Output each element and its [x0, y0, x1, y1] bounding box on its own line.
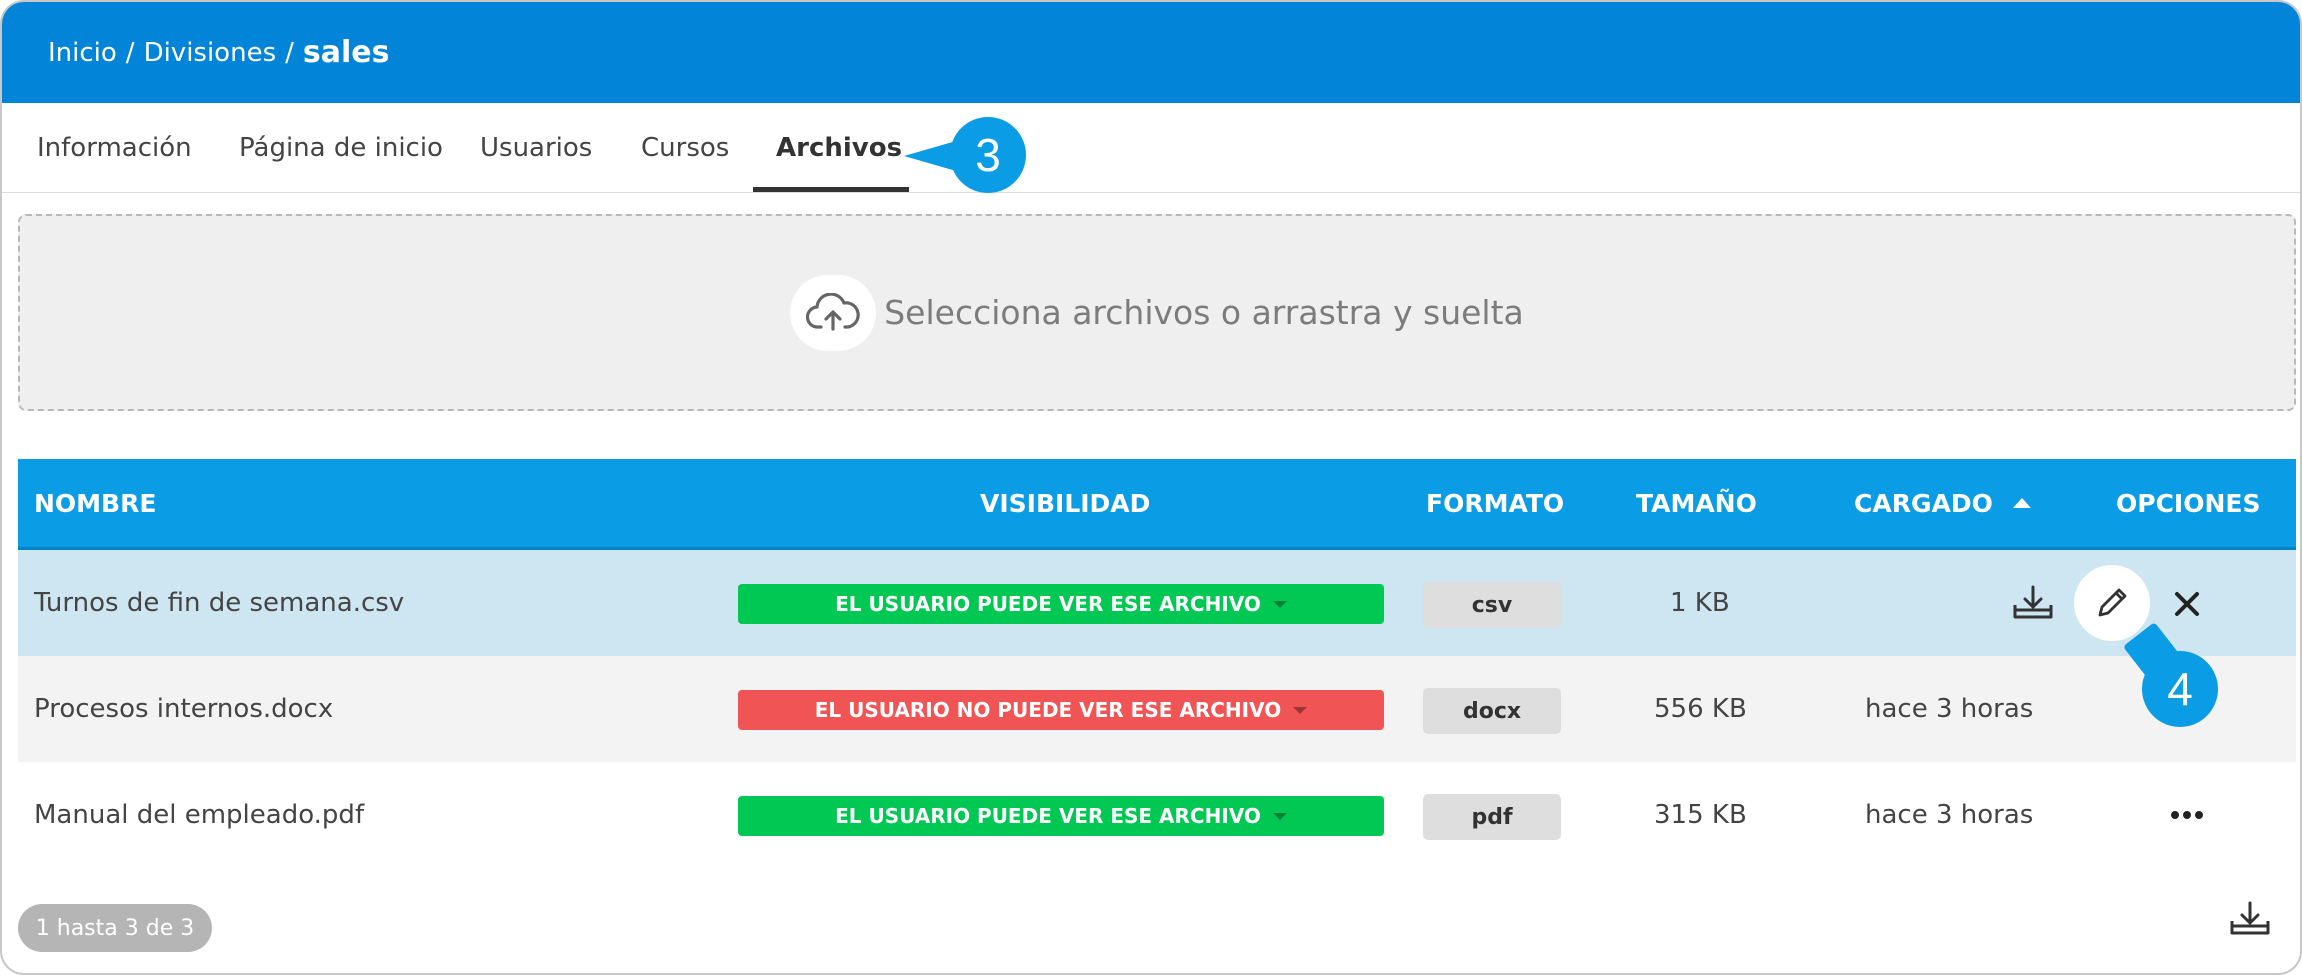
breadcrumb: Inicio / Divisiones / sales: [2, 2, 2300, 103]
file-size: 556 KB: [1654, 694, 1747, 724]
delete-button[interactable]: [2168, 585, 2206, 623]
tab-archivos[interactable]: Archivos: [776, 103, 902, 193]
sort-ascending-icon: [2012, 498, 2031, 508]
visibility-dropdown[interactable]: EL USUARIO NO PUEDE VER ESE ARCHIVO: [738, 690, 1384, 730]
more-options-icon[interactable]: [2166, 798, 2208, 832]
column-header-format[interactable]: FORMATO: [1426, 459, 1564, 547]
dropzone-label: Selecciona archivos o arrastra y suelta: [884, 293, 1524, 332]
download-all-icon[interactable]: [2224, 895, 2276, 943]
edit-button[interactable]: [2074, 565, 2150, 641]
uploaded-time: hace 3 horas: [1865, 800, 2034, 830]
file-name: Manual del empleado.pdf: [34, 800, 365, 830]
tab-informacion[interactable]: Información: [37, 103, 192, 193]
file-size: 315 KB: [1654, 800, 1747, 830]
column-header-visibility[interactable]: VISIBILIDAD: [980, 459, 1150, 547]
table-row[interactable]: Manual del empleado.pdf EL USUARIO PUEDE…: [18, 762, 2296, 868]
tab-cursos[interactable]: Cursos: [641, 103, 729, 193]
download-icon[interactable]: [2008, 580, 2058, 626]
visibility-label: EL USUARIO PUEDE VER ESE ARCHIVO: [835, 804, 1261, 828]
cloud-upload-icon: [790, 274, 877, 351]
column-header-size[interactable]: TAMAÑO: [1636, 459, 1757, 547]
visibility-label: EL USUARIO NO PUEDE VER ESE ARCHIVO: [814, 698, 1282, 722]
visibility-dropdown[interactable]: EL USUARIO PUEDE VER ESE ARCHIVO: [738, 796, 1384, 836]
file-size: 1 KB: [1670, 588, 1730, 618]
active-tab-indicator: [753, 187, 909, 192]
table-row[interactable]: Procesos internos.docx EL USUARIO NO PUE…: [18, 656, 2296, 762]
breadcrumb-separator: /: [285, 37, 294, 68]
caret-down-icon: [1272, 600, 1287, 608]
table-header: NOMBRE VISIBILIDAD FORMATO TAMAÑO CARGAD…: [18, 459, 2296, 550]
tab-bar: Información Página de inicio Usuarios Cu…: [2, 103, 2300, 193]
app-window: Inicio / Divisiones / sales Información …: [0, 0, 2302, 975]
caret-down-icon: [1293, 706, 1308, 714]
breadcrumb-item-inicio[interactable]: Inicio: [48, 38, 117, 68]
format-badge: pdf: [1423, 794, 1561, 840]
tab-pagina-de-inicio[interactable]: Página de inicio: [239, 103, 443, 193]
file-dropzone[interactable]: Selecciona archivos o arrastra y suelta: [18, 214, 2296, 411]
pagination-info: 1 hasta 3 de 3: [18, 904, 212, 952]
table-row[interactable]: Turnos de fin de semana.csv EL USUARIO P…: [18, 550, 2296, 656]
uploaded-time: hace 3 horas: [1865, 694, 2034, 724]
step-callout-3: 3: [904, 117, 1026, 193]
tab-usuarios[interactable]: Usuarios: [480, 103, 592, 193]
format-badge: docx: [1423, 688, 1561, 734]
file-name: Turnos de fin de semana.csv: [34, 588, 405, 618]
step-callout-4-number: 4: [2167, 663, 2193, 715]
column-header-uploaded-label: CARGADO: [1854, 488, 1993, 518]
column-header-name[interactable]: NOMBRE: [34, 459, 156, 547]
caret-down-icon: [1272, 812, 1287, 820]
visibility-dropdown[interactable]: EL USUARIO PUEDE VER ESE ARCHIVO: [738, 584, 1384, 624]
file-name: Procesos internos.docx: [34, 694, 334, 724]
column-header-options: OPCIONES: [2116, 488, 2261, 518]
breadcrumb-item-divisiones[interactable]: Divisiones: [144, 38, 277, 68]
pencil-icon: [2098, 588, 2127, 617]
breadcrumb-current: sales: [302, 35, 390, 70]
step-callout-3-number: 3: [975, 129, 1001, 181]
breadcrumb-separator: /: [125, 37, 135, 68]
format-badge: csv: [1423, 582, 1561, 628]
close-icon: [2175, 592, 2199, 616]
visibility-label: EL USUARIO PUEDE VER ESE ARCHIVO: [835, 592, 1261, 616]
column-header-uploaded[interactable]: CARGADO: [1854, 459, 2031, 547]
step-callout-4: 4: [2142, 651, 2218, 727]
